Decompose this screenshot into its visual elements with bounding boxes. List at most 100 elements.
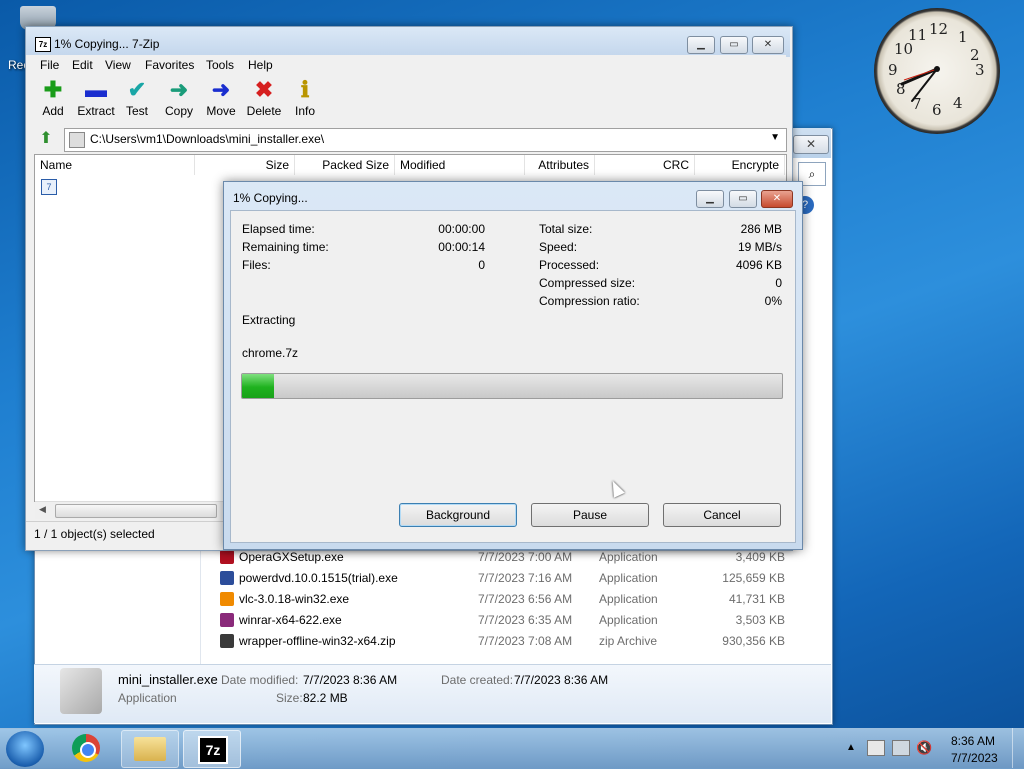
explorer-close-button[interactable]: ✕ xyxy=(793,135,829,154)
chrome-taskbar-button[interactable] xyxy=(58,730,114,766)
processed-label: Processed: xyxy=(539,258,600,272)
file-icon xyxy=(220,634,234,648)
progress-bar xyxy=(241,373,783,399)
file-type: Application xyxy=(599,613,658,627)
column-attributes[interactable]: Attributes xyxy=(525,155,595,175)
compressed-size-label: Compressed size: xyxy=(539,276,636,290)
explorer-taskbar-button[interactable] xyxy=(121,730,179,768)
folder-icon xyxy=(134,737,166,761)
7zip-taskbar-button[interactable]: 7z xyxy=(183,730,241,768)
file-type: zip Archive xyxy=(599,634,658,648)
info-button[interactable]: ℹ Info xyxy=(283,76,327,124)
menu-edit[interactable]: Edit xyxy=(72,58,93,72)
file-name: vlc-3.0.18-win32.exe xyxy=(239,592,350,606)
file-type: Application xyxy=(599,571,658,585)
speed-label: Speed: xyxy=(539,240,578,254)
add-button[interactable]: ✚ Add xyxy=(31,76,75,124)
7zip-window-title: 1% Copying... 7-Zip xyxy=(54,37,160,51)
file-row[interactable]: wrapper-offline-win32-x64.zip 7/7/2023 7… xyxy=(218,631,798,651)
copy-button[interactable]: ➜ Copy xyxy=(157,76,201,124)
menu-bar: File Edit View Favorites Tools Help xyxy=(26,55,786,75)
column-crc[interactable]: CRC xyxy=(595,155,695,175)
details-file-name: mini_installer.exe xyxy=(118,672,218,687)
toolbar: ✚ Add ▬ Extract ✔ Test ➜ Copy ➜ Move ✖ D… xyxy=(26,76,786,126)
file-size: 930,356 KB xyxy=(722,634,785,648)
column-encrypted[interactable]: Encrypte xyxy=(695,155,785,175)
horizontal-scrollbar[interactable]: ◀ xyxy=(35,501,223,519)
file-icon xyxy=(69,132,85,148)
scroll-left-icon[interactable]: ◀ xyxy=(39,504,46,515)
network-icon[interactable] xyxy=(892,740,910,756)
column-name[interactable]: Name xyxy=(35,155,195,175)
file-type: Application xyxy=(599,592,658,606)
files-label: Files: xyxy=(242,258,271,272)
extract-button[interactable]: ▬ Extract xyxy=(74,76,118,124)
file-date: 7/7/2023 6:35 AM xyxy=(478,613,573,627)
arrow-right-icon: ➜ xyxy=(169,77,189,102)
file-date: 7/7/2023 6:56 AM xyxy=(478,592,573,606)
test-button[interactable]: ✔ Test xyxy=(115,76,159,124)
menu-tools[interactable]: Tools xyxy=(206,58,234,72)
delete-label: Delete xyxy=(246,104,282,118)
chrome-icon-center xyxy=(80,742,96,758)
show-hidden-icons-icon[interactable]: ▲ xyxy=(846,742,856,753)
elapsed-time-label: Elapsed time: xyxy=(242,222,315,236)
pause-button[interactable]: Pause xyxy=(531,503,649,527)
file-name: wrapper-offline-win32-x64.zip xyxy=(239,634,396,648)
file-name: powerdvd.10.0.1515(trial).exe xyxy=(239,571,398,585)
menu-file[interactable]: File xyxy=(40,58,59,72)
maximize-button[interactable]: ▭ xyxy=(720,36,748,54)
action-center-icon[interactable] xyxy=(867,740,885,756)
clock-hands-icon xyxy=(900,66,940,102)
processed-value: 4096 KB xyxy=(735,258,782,272)
file-date: 7/7/2023 7:16 AM xyxy=(478,571,573,585)
file-icon xyxy=(220,571,234,585)
clock-gadget[interactable]: 12 1 2 3 4 5 6 7 8 9 10 11 xyxy=(874,8,1000,134)
info-label: Info xyxy=(294,104,315,118)
file-row[interactable]: powerdvd.10.0.1515(trial).exe 7/7/2023 7… xyxy=(218,568,798,588)
background-button[interactable]: Background xyxy=(399,503,517,527)
file-icon xyxy=(220,613,234,627)
info-icon: ℹ xyxy=(300,77,310,102)
details-modified-value: 7/7/2023 8:36 AM xyxy=(303,673,398,687)
minus-icon: ▬ xyxy=(85,77,107,102)
up-folder-icon[interactable]: ⬆ xyxy=(37,130,55,148)
file-icon xyxy=(220,592,234,606)
chevron-down-icon[interactable]: ▼ xyxy=(770,132,780,143)
taskbar-date[interactable]: 7/7/2023 xyxy=(951,751,998,765)
dialog-maximize-button[interactable]: ▭ xyxy=(729,190,757,208)
move-button[interactable]: ➜ Move xyxy=(199,76,243,124)
files-value: 0 xyxy=(478,258,485,272)
total-size-label: Total size: xyxy=(539,222,593,236)
archive-item-icon[interactable]: 7 xyxy=(41,179,57,195)
column-modified[interactable]: Modified xyxy=(395,155,525,175)
minimize-button[interactable]: ▁ xyxy=(687,36,715,54)
menu-favorites[interactable]: Favorites xyxy=(145,58,194,72)
menu-view[interactable]: View xyxy=(105,58,131,72)
details-file-type: Application xyxy=(118,691,177,705)
column-packed-size[interactable]: Packed Size xyxy=(295,155,395,175)
delete-button[interactable]: ✖ Delete xyxy=(242,76,286,124)
show-desktop-button[interactable] xyxy=(1012,728,1024,768)
details-modified-label: Date modified: xyxy=(221,673,299,687)
taskbar-time[interactable]: 8:36 AM xyxy=(951,734,995,748)
file-row[interactable]: vlc-3.0.18-win32.exe 7/7/2023 6:56 AM Ap… xyxy=(218,589,798,609)
operation-label: Extracting xyxy=(242,313,296,327)
file-row[interactable]: winrar-x64-622.exe 7/7/2023 6:35 AM Appl… xyxy=(218,610,798,630)
remaining-time-label: Remaining time: xyxy=(242,240,329,254)
menu-help[interactable]: Help xyxy=(248,58,273,72)
volume-muted-icon[interactable]: 🔇 xyxy=(916,740,932,756)
check-icon: ✔ xyxy=(127,77,147,102)
start-button[interactable] xyxy=(6,731,44,767)
column-size[interactable]: Size xyxy=(195,155,295,175)
dialog-close-button[interactable]: ✕ xyxy=(761,190,793,208)
details-size-value: 82.2 MB xyxy=(303,691,348,705)
close-button[interactable]: ✕ xyxy=(752,36,784,54)
dialog-minimize-button[interactable]: ▁ xyxy=(696,190,724,208)
compression-ratio-label: Compression ratio: xyxy=(539,294,640,308)
cancel-button[interactable]: Cancel xyxy=(663,503,781,527)
7zip-icon: 7z xyxy=(198,736,228,764)
scroll-thumb[interactable] xyxy=(55,504,217,518)
file-size: 125,659 KB xyxy=(722,571,785,585)
address-bar[interactable]: C:\Users\vm1\Downloads\mini_installer.ex… xyxy=(64,128,787,152)
